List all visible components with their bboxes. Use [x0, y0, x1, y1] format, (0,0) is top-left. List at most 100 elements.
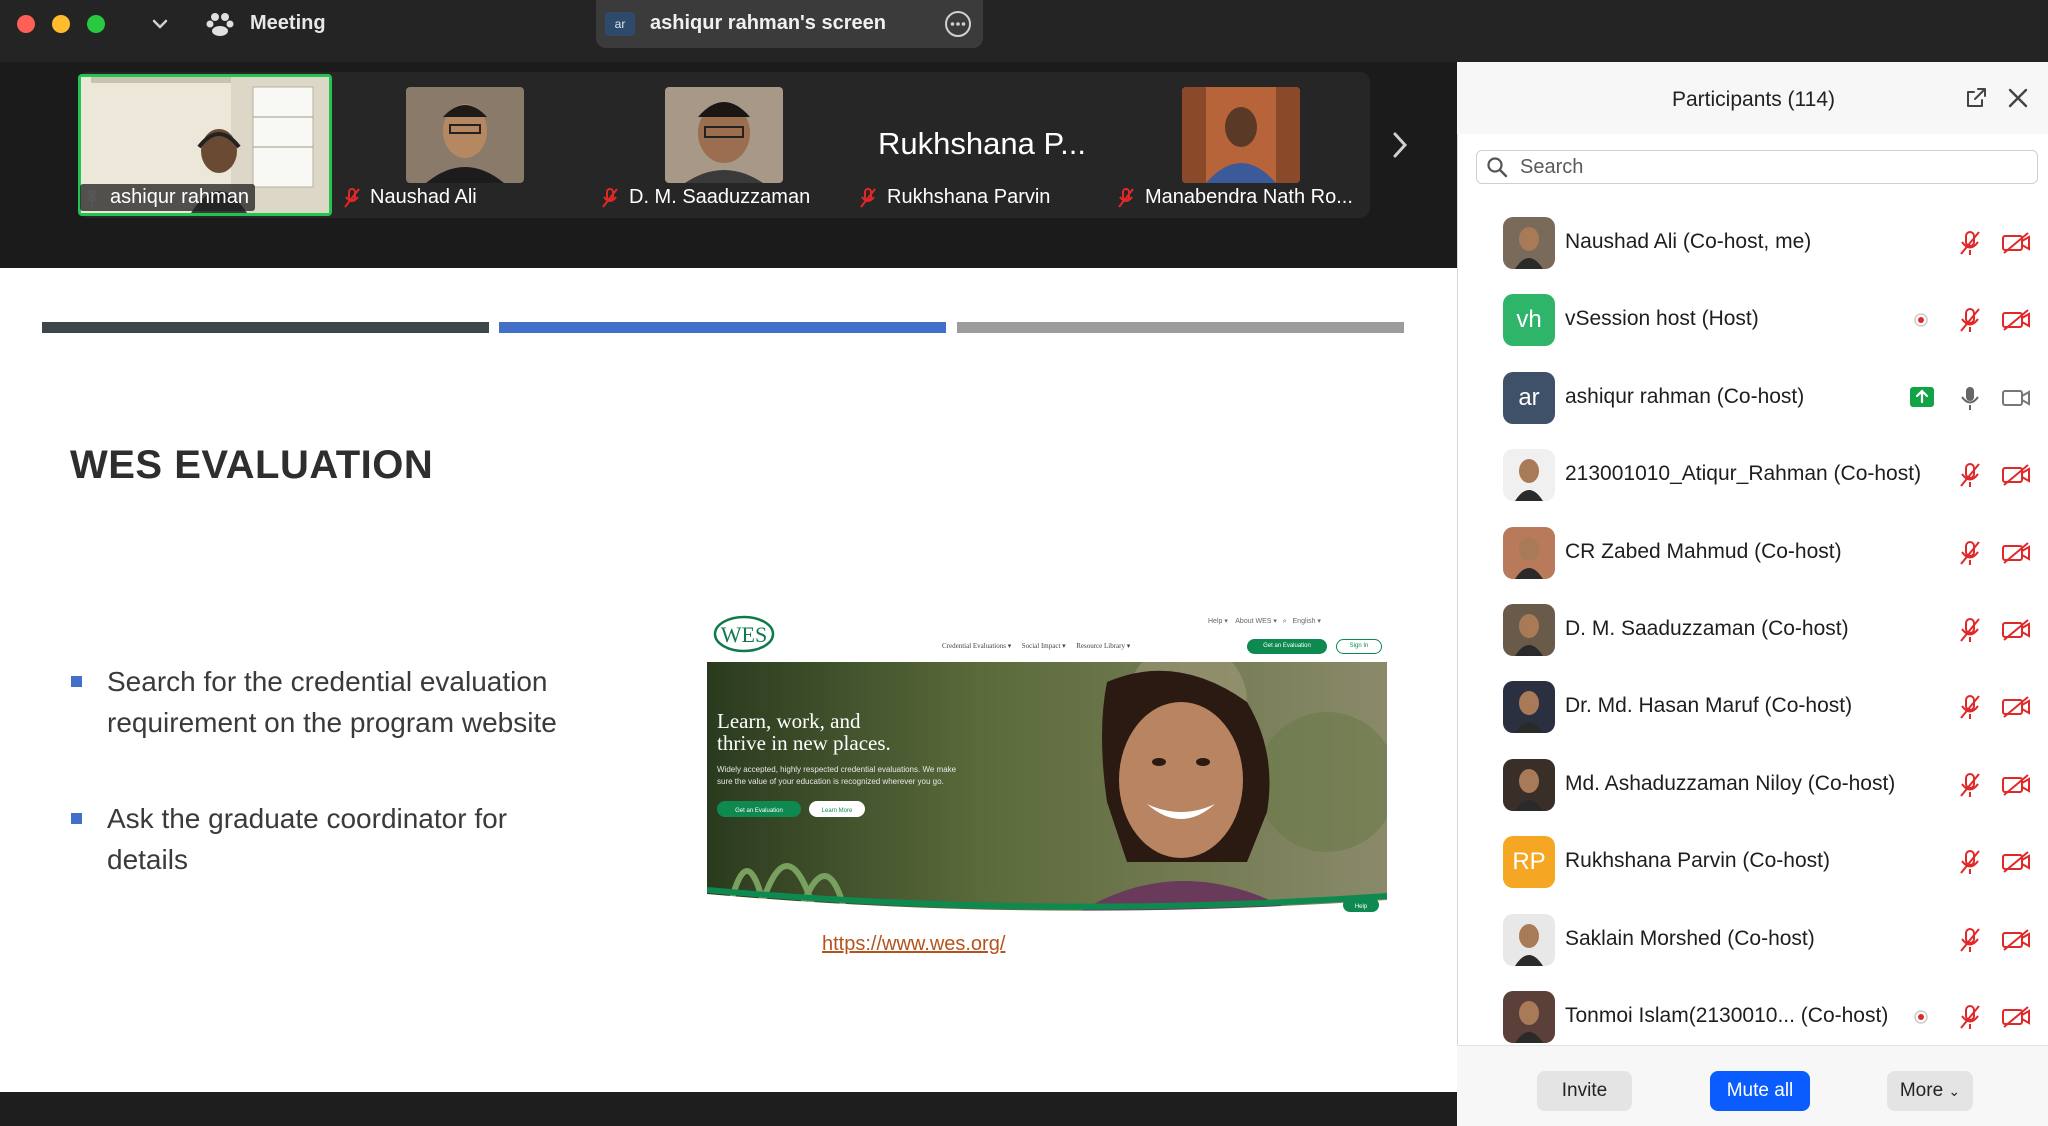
maximize-window-button[interactable]	[87, 15, 105, 33]
avatar	[1503, 681, 1555, 734]
camera-off-icon[interactable]	[2001, 618, 2031, 642]
slide-divider	[42, 322, 489, 333]
participant-display-name: Rukhshana P...	[878, 126, 1086, 161]
more-label: More	[1899, 1080, 1944, 1101]
wes-logo: WES	[713, 615, 775, 653]
avatar	[1503, 913, 1555, 966]
bullet-text: Ask the graduate coordinator for details	[107, 803, 508, 875]
more-options-icon[interactable]	[944, 10, 972, 38]
chevron-down-icon[interactable]	[150, 12, 170, 36]
participant-row[interactable]: vh vSession host (Host)	[1457, 282, 2048, 359]
participant-row[interactable]: RP Rukhshana Parvin (Co-host)	[1457, 824, 2048, 901]
participant-row[interactable]: 213001010_Atiqur_Rahman (Co-host)	[1457, 437, 2048, 514]
bullet-text: Search for the credential evaluation req…	[107, 666, 557, 738]
avatar: RP	[1503, 836, 1555, 889]
mic-muted-icon[interactable]	[1957, 539, 1983, 567]
minimize-window-button[interactable]	[52, 15, 70, 33]
camera-icon[interactable]	[2001, 386, 2031, 410]
participant-name: D. M. Saaduzzaman	[629, 186, 811, 208]
invite-button[interactable]: Invite	[1537, 1071, 1632, 1111]
camera-off-icon[interactable]	[2001, 1005, 2031, 1029]
hero-sub-line1: Widely accepted, highly respected creden…	[717, 765, 957, 774]
avatar	[1503, 758, 1555, 811]
website-hero-image: Learn, work, and thrive in new places. W…	[707, 662, 1387, 920]
search-input[interactable]	[1520, 152, 2020, 182]
mic-icon[interactable]	[1957, 384, 1983, 412]
avatar	[1503, 449, 1555, 502]
participant-name: Rukhshana Parvin	[887, 186, 1051, 208]
bullet-marker	[71, 813, 82, 824]
hero-help-button: Help	[1355, 904, 1368, 910]
nav-resource: Resource Library	[1076, 642, 1125, 650]
more-button[interactable]: More ⌄	[1887, 1071, 1973, 1111]
participant-name: vSession host (Host)	[1565, 307, 1759, 331]
mic-muted-icon[interactable]	[1957, 229, 1983, 257]
nav-help: Help	[1208, 618, 1223, 625]
mic-muted-icon[interactable]	[1957, 693, 1983, 721]
camera-off-icon[interactable]	[2001, 463, 2031, 487]
hero-sub-line2: sure the value of your education is reco…	[717, 777, 944, 786]
website-top-nav: Help ▾ About WES ▾ ⌕ English ▾	[1208, 618, 1321, 625]
participant-name: ashiqur rahman	[80, 184, 255, 211]
participant-name: Saklain Morshed (Co-host)	[1565, 926, 1815, 950]
meeting-label[interactable]: Meeting	[250, 12, 326, 35]
participant-row[interactable]: Naushad Ali (Co-host, me)	[1457, 205, 2048, 282]
close-icon[interactable]	[2006, 86, 2030, 110]
chevron-right-icon[interactable]	[1389, 130, 1411, 160]
mute-all-button[interactable]: Mute all	[1710, 1071, 1810, 1111]
participant-row[interactable]: Dr. Md. Hasan Maruf (Co-host)	[1457, 669, 2048, 746]
recording-icon	[1914, 1010, 1928, 1024]
slide-divider	[499, 322, 946, 333]
website-cta: Get an Evaluation	[1247, 639, 1327, 654]
popout-icon[interactable]	[1964, 86, 1988, 110]
mic-muted-icon	[1118, 188, 1134, 208]
camera-off-icon[interactable]	[2001, 850, 2031, 874]
avatar	[1503, 991, 1555, 1043]
participant-row[interactable]: ar ashiqur rahman (Co-host)	[1457, 360, 2048, 437]
participant-row[interactable]: D. M. Saaduzzaman (Co-host)	[1457, 592, 2048, 669]
screen-share-label: ashiqur rahman's screen	[650, 12, 886, 34]
hero-heading-line1: Learn, work, and	[717, 709, 861, 733]
camera-off-icon[interactable]	[2001, 541, 2031, 565]
close-window-button[interactable]	[17, 15, 35, 33]
participant-name: CR Zabed Mahmud (Co-host)	[1565, 539, 1842, 563]
participant-name: ashiqur rahman (Co-host)	[1565, 384, 1805, 408]
mic-muted-icon[interactable]	[1957, 926, 1983, 954]
camera-off-icon[interactable]	[2001, 773, 2031, 797]
nav-language: English	[1292, 618, 1316, 625]
mic-muted-icon[interactable]	[1957, 771, 1983, 799]
avatar: vh	[1503, 294, 1555, 347]
mic-muted-icon[interactable]	[1957, 848, 1983, 876]
participant-video	[665, 87, 783, 183]
website-main-nav: Credential Evaluations ▾ Social Impact ▾…	[942, 642, 1131, 650]
hero-button-evaluation: Get an Evaluation	[735, 808, 783, 814]
participant-name: Md. Ashaduzzaman Niloy (Co-host)	[1565, 771, 1896, 795]
chevron-down-icon: ⌄	[1948, 1083, 1961, 1099]
camera-off-icon[interactable]	[2001, 231, 2031, 255]
slide-title: WES EVALUATION	[70, 443, 434, 487]
camera-off-icon[interactable]	[2001, 928, 2031, 952]
participant-name: Rukhshana Parvin (Co-host)	[1565, 849, 1830, 873]
participant-row[interactable]: Md. Ashaduzzaman Niloy (Co-host)	[1457, 747, 2048, 824]
meeting-controls-bar	[0, 1092, 1457, 1126]
hero-button-learn: Learn More	[822, 808, 853, 814]
wes-website-link[interactable]: https://www.wes.org/	[822, 933, 1005, 956]
camera-off-icon[interactable]	[2001, 695, 2031, 719]
svg-text:WES: WES	[721, 622, 767, 647]
nav-social: Social Impact	[1021, 642, 1061, 650]
mic-muted-icon	[602, 188, 618, 208]
avatar	[1503, 526, 1555, 579]
nav-about: About WES	[1235, 618, 1272, 625]
mic-muted-icon	[860, 188, 876, 208]
mic-muted-icon[interactable]	[1957, 1003, 1983, 1031]
mic-muted-icon[interactable]	[1957, 616, 1983, 644]
participant-row[interactable]: CR Zabed Mahmud (Co-host)	[1457, 515, 2048, 592]
bullet-marker	[71, 676, 82, 687]
mic-muted-icon[interactable]	[1957, 306, 1983, 334]
mic-muted-icon[interactable]	[1957, 461, 1983, 489]
participant-name: Naushad Ali	[370, 186, 477, 208]
camera-off-icon[interactable]	[2001, 308, 2031, 332]
search-icon	[1487, 157, 1508, 178]
participant-row[interactable]: Saklain Morshed (Co-host)	[1457, 902, 2048, 979]
slide-divider	[957, 322, 1404, 333]
